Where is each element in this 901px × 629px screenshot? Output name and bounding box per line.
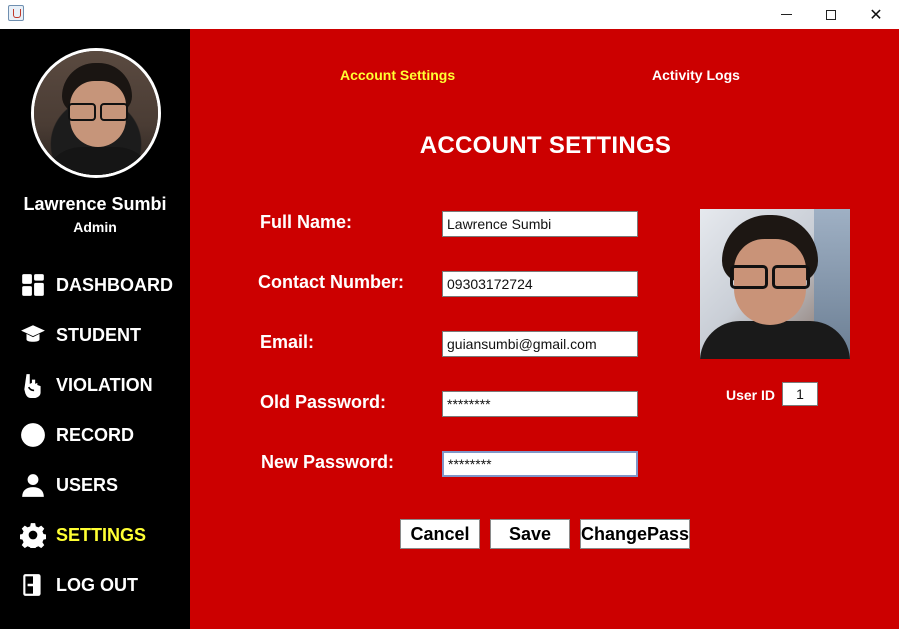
page-title: ACCOUNT SETTINGS	[419, 132, 672, 159]
sidebar-item-settings[interactable]: SETTINGS	[20, 520, 185, 550]
sidebar-item-label: VIOLATION	[56, 374, 153, 395]
graduation-cap-icon	[20, 322, 46, 348]
circle-icon	[20, 422, 46, 448]
user-icon	[20, 472, 46, 498]
save-button[interactable]: Save	[490, 519, 570, 549]
email-label: Email:	[260, 332, 315, 352]
minimize-icon	[780, 14, 792, 15]
sidebar-item-label: RECORD	[56, 424, 135, 445]
sidebar-item-label: SETTINGS	[56, 524, 147, 545]
sidebar-item-dashboard[interactable]: DASHBOARD	[20, 270, 185, 300]
old-password-field[interactable]	[442, 391, 638, 417]
close-icon: ✕	[869, 5, 883, 24]
java-app-icon	[8, 5, 24, 21]
sidebar-item-label: STUDENT	[56, 324, 141, 345]
maximize-icon	[826, 9, 836, 20]
sidebar-item-violation[interactable]: VIOLATION	[20, 370, 185, 400]
sidebar-item-logout[interactable]: LOG OUT	[20, 570, 185, 600]
new-password-label: New Password:	[261, 452, 395, 472]
sidebar-item-label: USERS	[56, 474, 119, 495]
full-name-label: Full Name:	[260, 212, 353, 232]
tab-account-settings[interactable]: Account Settings	[340, 67, 455, 83]
old-password-label: Old Password:	[260, 392, 387, 412]
email-field[interactable]	[442, 331, 638, 357]
gear-icon	[20, 522, 46, 548]
user-name: Lawrence Sumbi	[23, 194, 167, 214]
maximize-button[interactable]	[808, 0, 854, 29]
close-button[interactable]: ✕	[853, 0, 899, 29]
user-role: Admin	[73, 219, 117, 235]
sidebar-item-label: LOG OUT	[56, 574, 138, 595]
sidebar: Lawrence Sumbi Admin DASHBOARD STUDENT V…	[0, 29, 190, 629]
dashboard-icon	[20, 272, 46, 298]
full-name-field[interactable]	[442, 211, 638, 237]
minimize-button[interactable]	[763, 0, 809, 29]
user-id-value: 1	[782, 382, 818, 406]
user-id-label: User ID	[726, 387, 776, 403]
sidebar-item-record[interactable]: RECORD	[20, 420, 185, 450]
hand-pointer-icon	[20, 372, 46, 398]
window-titlebar: ✕	[0, 0, 901, 29]
new-password-field[interactable]	[442, 451, 638, 477]
contact-number-field[interactable]	[442, 271, 638, 297]
main-panel: Account Settings Activity Logs ACCOUNT S…	[190, 29, 899, 629]
logout-icon	[20, 572, 46, 598]
sidebar-item-label: DASHBOARD	[56, 274, 173, 295]
change-password-button[interactable]: ChangePass	[580, 519, 690, 549]
profile-photo	[700, 209, 850, 359]
tab-activity-logs[interactable]: Activity Logs	[652, 67, 740, 83]
sidebar-item-student[interactable]: STUDENT	[20, 320, 185, 350]
cancel-button[interactable]: Cancel	[400, 519, 480, 549]
sidebar-item-users[interactable]: USERS	[20, 470, 185, 500]
contact-number-label: Contact Number:	[258, 272, 405, 292]
avatar	[31, 48, 161, 178]
